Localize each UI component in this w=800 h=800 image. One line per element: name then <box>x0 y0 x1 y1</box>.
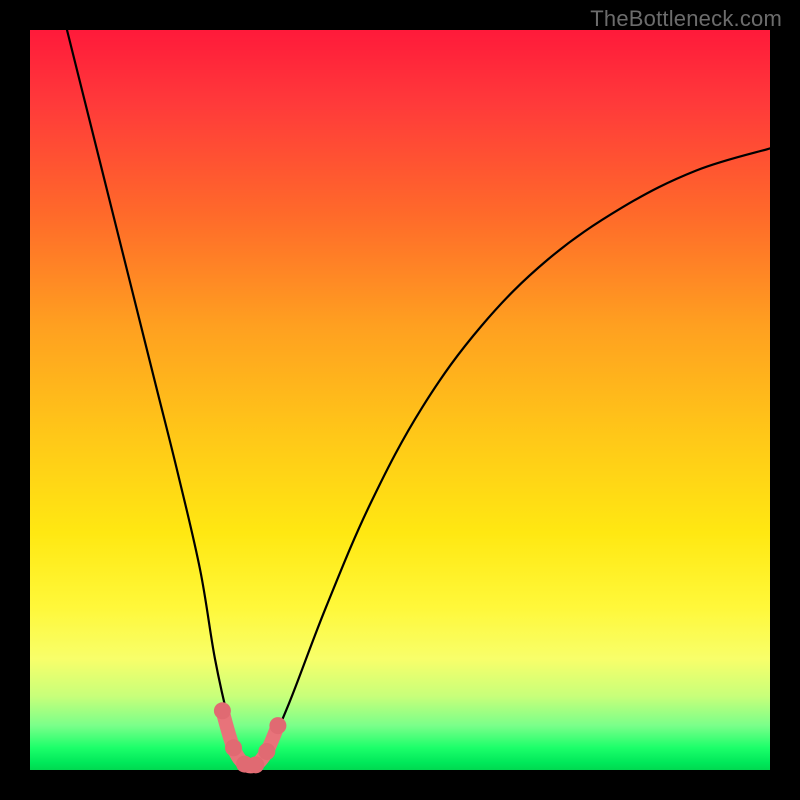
watermark-text: TheBottleneck.com <box>590 6 782 32</box>
optimal-point <box>269 717 286 734</box>
optimal-highlight <box>214 702 287 773</box>
optimal-point <box>214 702 231 719</box>
optimal-point <box>258 743 275 760</box>
optimal-point <box>225 739 242 756</box>
plot-area <box>30 30 770 770</box>
optimal-point <box>247 756 264 773</box>
chart-container: TheBottleneck.com <box>0 0 800 800</box>
bottleneck-curve <box>67 30 770 768</box>
curve-svg <box>30 30 770 770</box>
